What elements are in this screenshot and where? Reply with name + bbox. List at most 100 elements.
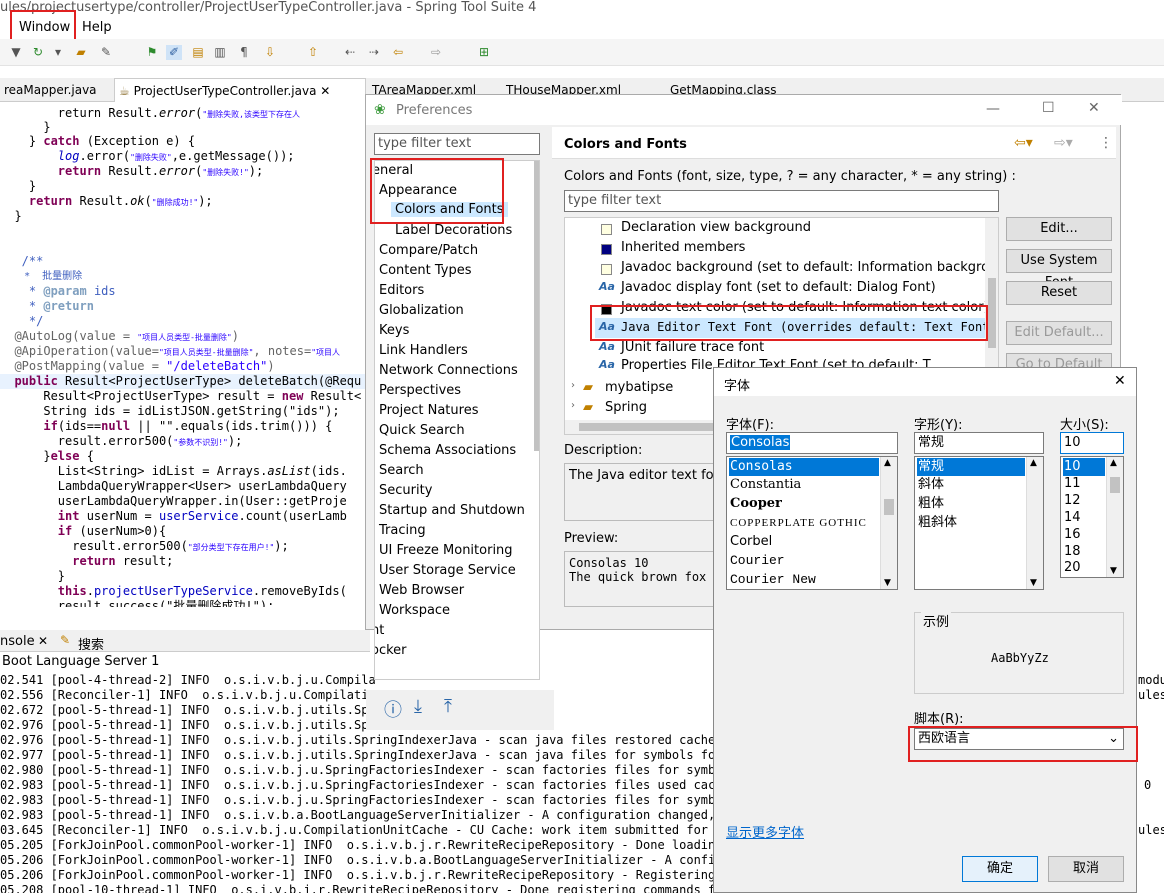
tree-item-user-storage[interactable]: User Storage Service [379, 563, 516, 578]
font-list-scrollbar[interactable]: ▲ ▼ [880, 457, 897, 589]
font-name-list[interactable]: Consolas Constantia Cooper COPPERPLATE G… [726, 456, 898, 590]
tree-item-content-types[interactable]: Content Types [379, 263, 471, 278]
tab-search[interactable]: 搜索 [78, 634, 104, 653]
next-annotation-icon[interactable]: ⇩ [262, 45, 278, 60]
tab-areamapper-java[interactable]: reaMapper.java [0, 78, 110, 102]
tree-item-ant[interactable]: nt [375, 623, 384, 638]
arrow-right-icon[interactable]: ⇨ [428, 45, 444, 60]
size-option[interactable]: 20 [1063, 559, 1081, 577]
tree-item-keys[interactable]: Keys [379, 323, 409, 338]
font-item[interactable]: Javadoc background (set to default: Info… [621, 260, 998, 275]
arrow-left-icon[interactable]: ⇦ [390, 45, 406, 60]
menu-help[interactable]: Help [82, 20, 112, 35]
maximize-icon[interactable]: ☐ [1042, 100, 1055, 116]
run-icon[interactable]: ✎ [98, 45, 114, 60]
doc-icon[interactable]: ▥ [212, 45, 228, 60]
size-option[interactable]: 11 [1063, 475, 1081, 493]
font-option[interactable]: Constantia [729, 476, 801, 494]
tab-console[interactable]: nsole [0, 634, 35, 649]
tree-item-perspectives[interactable]: Perspectives [379, 383, 461, 398]
style-option[interactable]: 粗体 [917, 495, 944, 513]
style-option[interactable]: 粗斜体 [917, 514, 957, 532]
back-icon[interactable]: ⇦▾ [1014, 135, 1033, 151]
font-item[interactable]: JUnit failure trace font [621, 340, 764, 355]
tree-item-schema-associations[interactable]: Schema Associations [379, 443, 516, 458]
font-option[interactable]: Courier New [729, 571, 816, 589]
import-icon[interactable]: ⤓ [414, 696, 422, 717]
edit-default-button[interactable]: Edit Default... [1006, 321, 1112, 345]
code-editor[interactable]: return Result.error("删除失败,该类型下存在人 } } ca… [0, 102, 365, 625]
tree-item-tracing[interactable]: Tracing [379, 523, 426, 538]
toggle-mark-icon[interactable]: ✐ [166, 45, 182, 60]
tree-item-ui-freeze[interactable]: UI Freeze Monitoring [379, 543, 513, 558]
tree-item-editors[interactable]: Editors [379, 283, 424, 298]
tree-item-security[interactable]: Security [379, 483, 432, 498]
forward-icon[interactable]: ⇨▾ [1054, 135, 1073, 151]
font-item[interactable]: Inherited members [621, 240, 745, 255]
font-option[interactable]: Corbel [729, 533, 772, 551]
dropdown-icon[interactable]: ▾ [50, 45, 66, 60]
tree-item-link-handlers[interactable]: Link Handlers [379, 343, 468, 358]
close-icon[interactable]: ✕ [38, 634, 48, 648]
show-more-fonts-link[interactable]: 显示更多字体 [726, 822, 804, 841]
font-size-input[interactable]: 10 [1060, 432, 1124, 454]
cancel-button[interactable]: 取消 [1048, 856, 1124, 882]
close-icon[interactable]: ✕ [1088, 100, 1100, 116]
tree-item-web-browser[interactable]: Web Browser [379, 583, 464, 598]
minimize-icon[interactable]: — [986, 101, 1000, 117]
tree-item-startup-shutdown[interactable]: Startup and Shutdown [379, 503, 525, 518]
help-icon[interactable]: ⓘ [384, 696, 402, 722]
size-option[interactable]: 16 [1063, 526, 1081, 544]
font-name-input[interactable]: Consolas [726, 432, 898, 454]
font-option[interactable]: Cooper [729, 495, 782, 513]
font-item[interactable]: Declaration view background [621, 220, 811, 235]
font-option[interactable]: Consolas [729, 458, 879, 476]
close-icon[interactable]: ✕ [1114, 373, 1126, 389]
tree-item-workspace[interactable]: Workspace [379, 603, 450, 618]
tree-item-docker[interactable]: ocker [375, 643, 407, 658]
tree-item-globalization[interactable]: Globalization [379, 303, 464, 318]
preferences-tree[interactable]: eneral Appearance Colors and Fonts Label… [374, 160, 540, 680]
refresh-icon[interactable]: ↻ [30, 45, 46, 60]
tree-item-search[interactable]: Search [379, 463, 424, 478]
font-item[interactable]: Javadoc display font (set to default: Di… [621, 280, 936, 295]
tab-projectusertypecontroller[interactable]: ☕ ProjectUserTypeController.java ✕ [114, 78, 366, 102]
style-option[interactable]: 常规 [917, 458, 1025, 476]
task-icon[interactable]: ▤ [190, 45, 206, 60]
size-option[interactable]: 10 [1063, 458, 1105, 476]
prev-annotation-icon[interactable]: ⇧ [305, 45, 321, 60]
tree-item-project-natures[interactable]: Project Natures [379, 403, 478, 418]
style-option[interactable]: 斜体 [917, 476, 944, 494]
style-list-scrollbar[interactable]: ▲ ▼ [1026, 457, 1043, 589]
tree-scrollbar[interactable] [534, 161, 539, 451]
pilcrow-icon[interactable]: ¶ [236, 45, 252, 60]
size-list-scrollbar[interactable]: ▲ ▼ [1106, 457, 1123, 577]
open-perspective-icon[interactable]: ⊞ [476, 45, 492, 60]
export-icon[interactable]: ⤒ [444, 696, 452, 717]
size-option[interactable]: 14 [1063, 509, 1081, 527]
font-style-list[interactable]: 常规 斜体 粗体 粗斜体 ▲ ▼ [914, 456, 1044, 590]
colors-fonts-filter-input[interactable]: type filter text [564, 190, 999, 212]
font-option[interactable]: COPPERPLATE GOTHIC [729, 514, 867, 532]
group-mybatipse[interactable]: mybatipse [605, 380, 673, 395]
build-icon[interactable]: ▼ [8, 45, 24, 60]
back-icon[interactable]: ⇠ [342, 45, 358, 60]
more-icon[interactable]: ⋮ [1099, 135, 1113, 151]
forward-icon[interactable]: ⇢ [366, 45, 382, 60]
font-option[interactable]: Courier [729, 552, 785, 570]
tree-item-label-decorations[interactable]: Label Decorations [395, 223, 512, 238]
search-icon[interactable]: ⚑ [144, 45, 160, 60]
close-icon[interactable]: ✕ [320, 84, 330, 98]
font-style-input[interactable]: 常规 [914, 432, 1044, 454]
chevron-right-icon[interactable]: › [571, 400, 575, 411]
size-option[interactable]: 12 [1063, 492, 1081, 510]
ok-button[interactable]: 确定 [962, 856, 1038, 882]
reset-button[interactable]: Reset [1006, 281, 1112, 305]
edit-button[interactable]: Edit... [1006, 217, 1112, 241]
group-spring[interactable]: Spring [605, 400, 647, 415]
tree-item-network-connections[interactable]: Network Connections [379, 363, 518, 378]
font-size-list[interactable]: 10 11 12 14 16 18 20 ▲ ▼ [1060, 456, 1124, 578]
tree-item-compare-patch[interactable]: Compare/Patch [379, 243, 478, 258]
use-system-font-button[interactable]: Use System Font [1006, 249, 1112, 290]
open-folder-icon[interactable]: ▰ [73, 45, 89, 60]
